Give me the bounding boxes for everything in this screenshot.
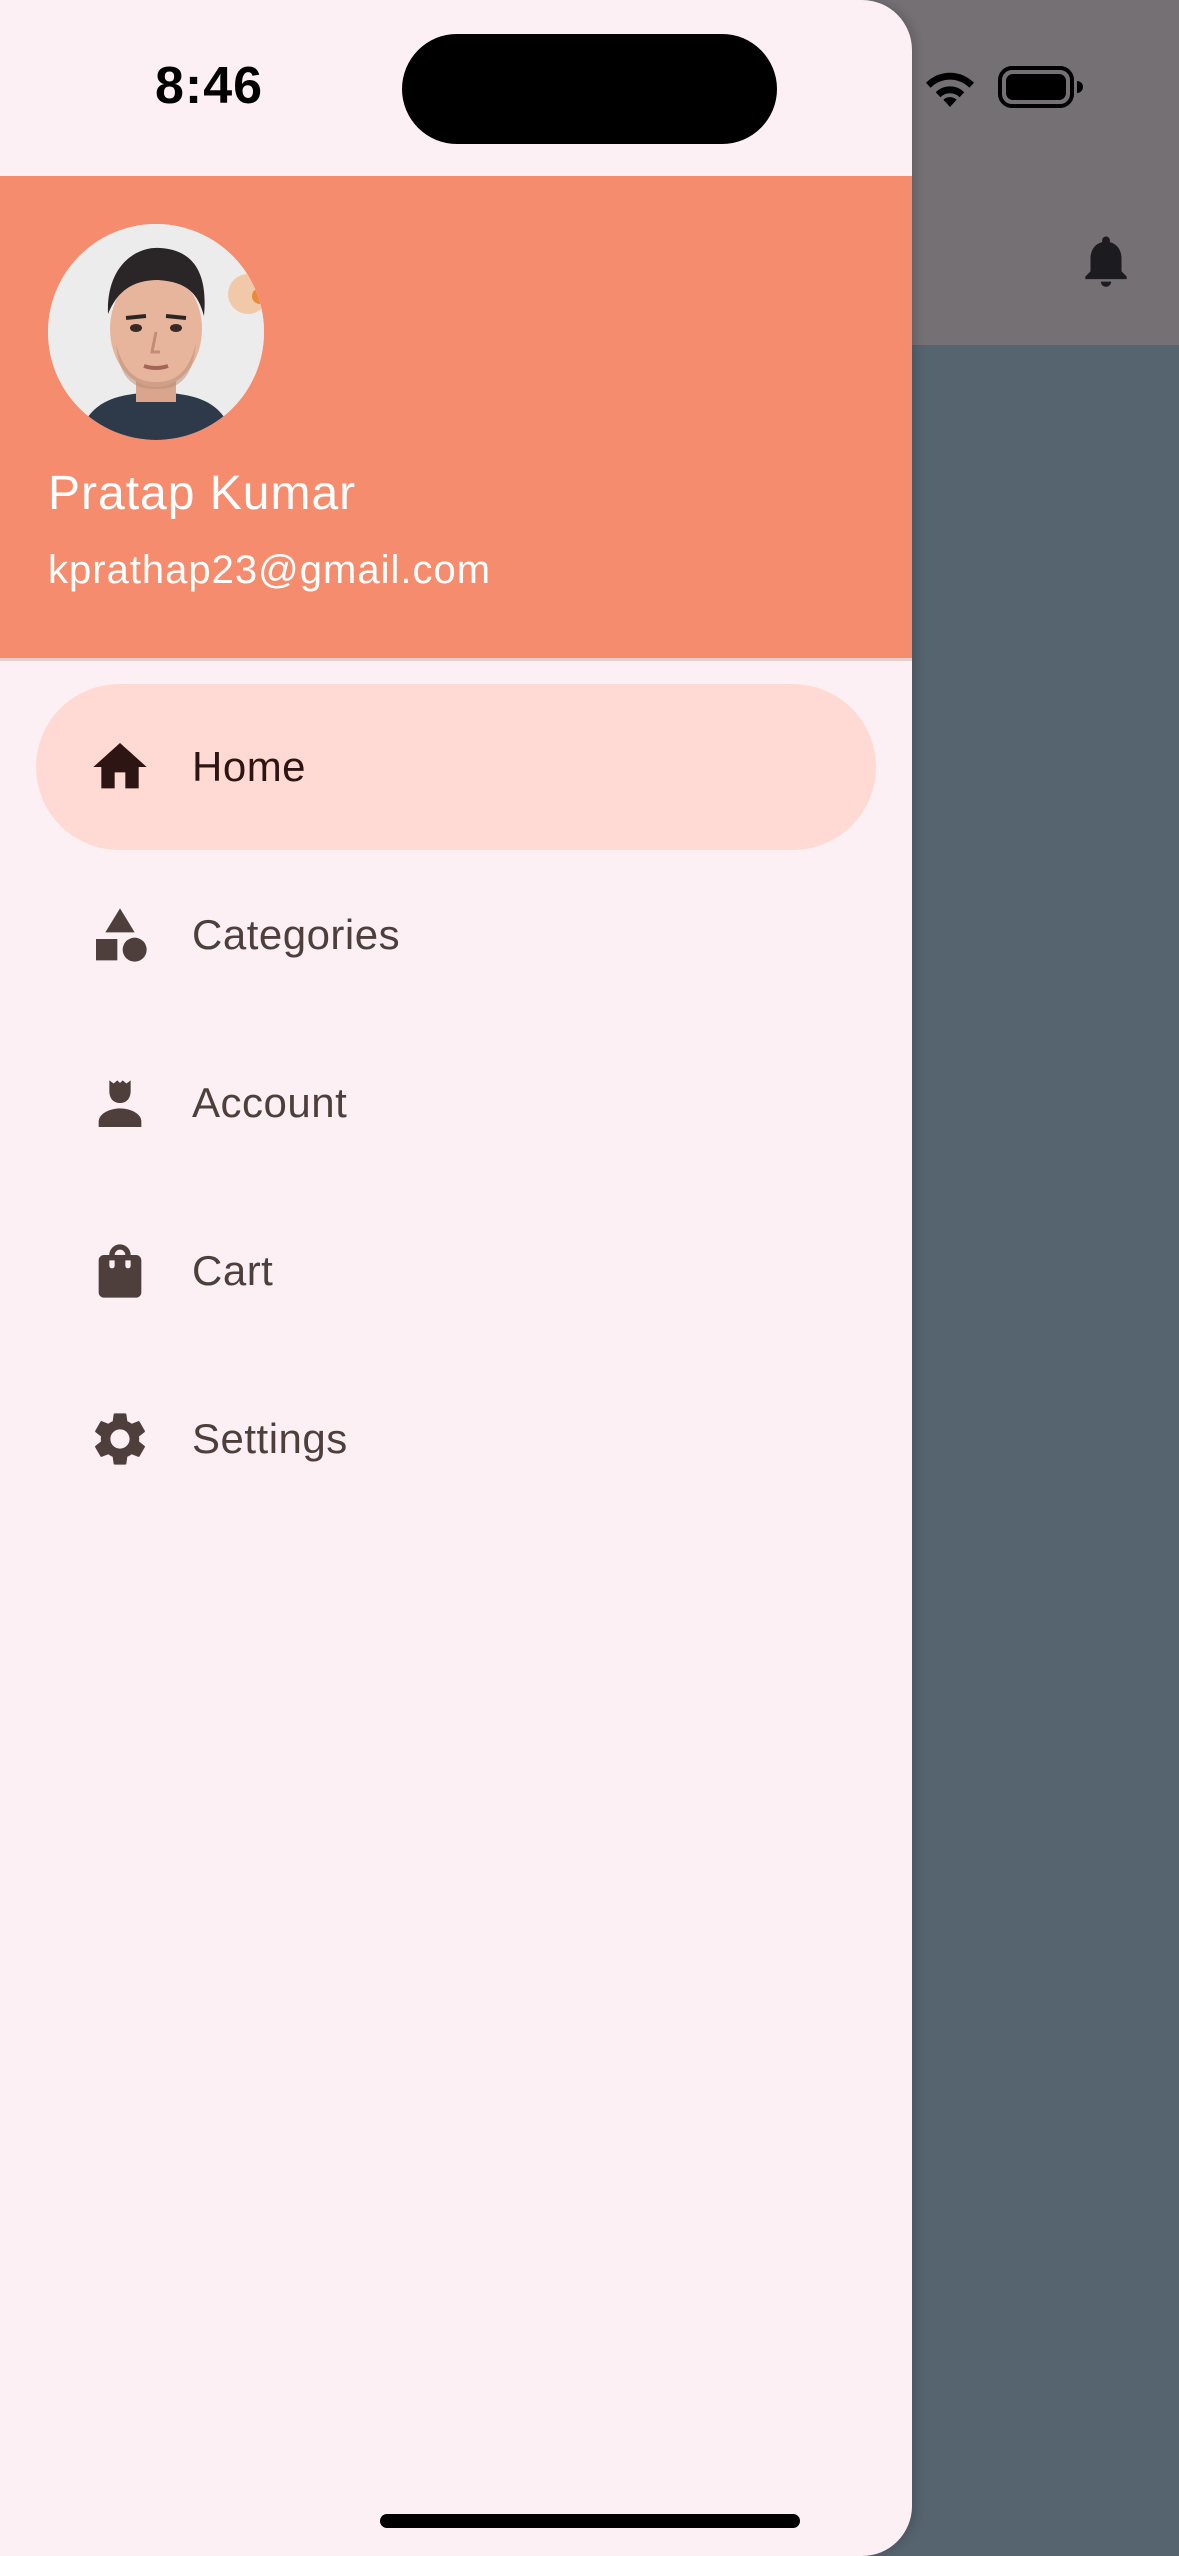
drawer-item-label: Account	[192, 1079, 348, 1126]
drawer-item-label: Cart	[192, 1247, 274, 1294]
user-name: Pratap Kumar	[48, 467, 357, 520]
drawer-item-settings[interactable]: Settings	[36, 1356, 876, 1522]
status-time: 8:46	[155, 57, 264, 115]
user-email: kprathap23@gmail.com	[48, 548, 492, 592]
drawer-item-label: Settings	[192, 1415, 348, 1462]
drawer-item-categories[interactable]: Categories	[36, 852, 876, 1018]
drawer-item-home[interactable]: Home	[36, 684, 876, 850]
drawer-item-label: Home	[192, 743, 307, 790]
gear-icon	[95, 1413, 145, 1465]
drawer-header: Pratap Kumar kprathap23@gmail.com	[0, 176, 912, 661]
wifi-icon	[926, 72, 974, 107]
bell-icon[interactable]	[1075, 228, 1137, 294]
battery-icon	[998, 66, 1083, 108]
navigation-drawer: 8:46 Pratap Kumar kprathap23@gmail.com H…	[0, 0, 912, 2556]
drawer-item-account[interactable]: Account	[36, 1020, 876, 1186]
home-indicator[interactable]	[380, 2514, 800, 2528]
dynamic-island	[402, 34, 777, 144]
drawer-item-label: Categories	[192, 911, 401, 958]
drawer-item-cart[interactable]: Cart	[36, 1188, 876, 1354]
home-icon	[93, 743, 147, 789]
account-icon	[98, 1080, 142, 1127]
shopping-bag-icon	[98, 1244, 142, 1298]
categories-icon	[96, 908, 147, 962]
avatar[interactable]	[48, 224, 264, 440]
